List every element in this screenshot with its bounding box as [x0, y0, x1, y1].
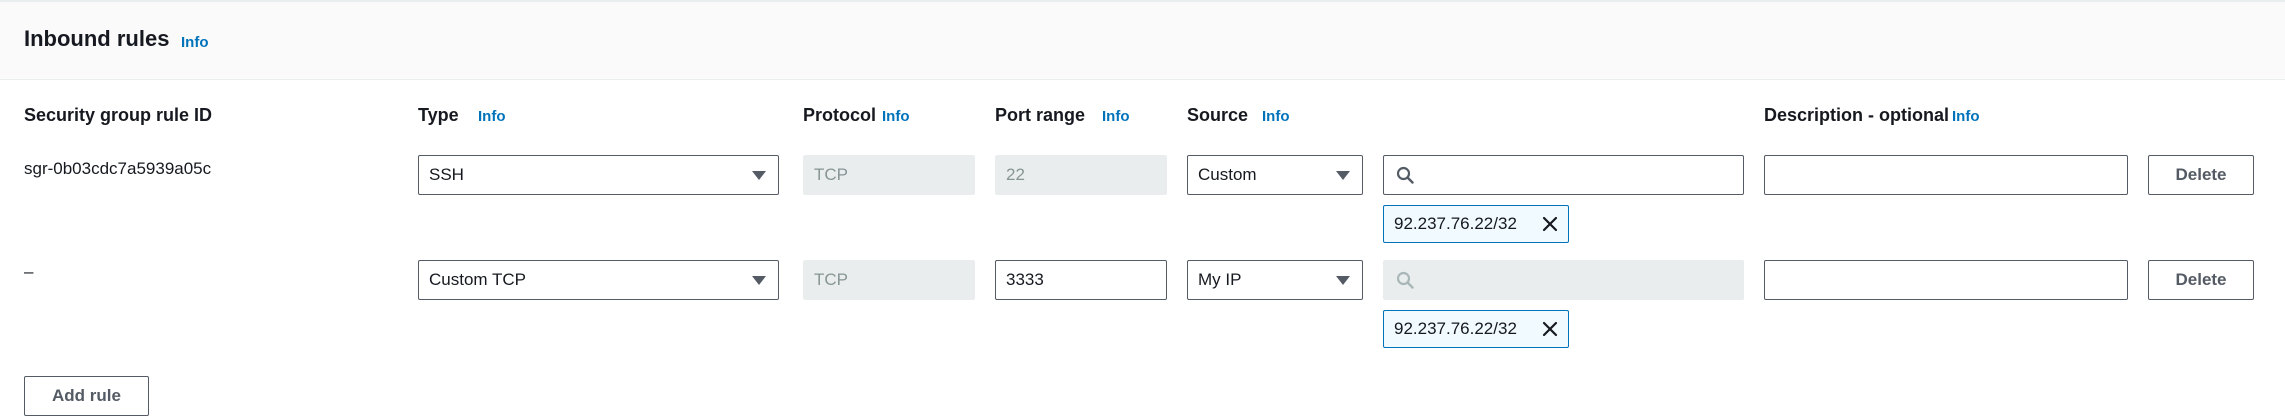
caret-down-icon: [1336, 171, 1350, 180]
protocol-info-link[interactable]: Info: [882, 108, 910, 125]
source-type-select[interactable]: My IP: [1187, 260, 1363, 300]
rule-id: –: [24, 262, 34, 281]
source-token: 92.237.76.22/32: [1383, 310, 1569, 348]
source-type-value: Custom: [1198, 165, 1257, 184]
search-icon: [1396, 166, 1414, 184]
type-select-value: Custom TCP: [429, 270, 526, 289]
description-input[interactable]: [1764, 155, 2128, 195]
port-range-info-link[interactable]: Info: [1102, 108, 1130, 125]
source-token: 92.237.76.22/32: [1383, 205, 1569, 243]
source-search-input: [1383, 260, 1744, 300]
panel-header: Inbound rules Info: [0, 0, 2285, 80]
col-label-protocol: Protocol: [803, 105, 877, 125]
source-search-input[interactable]: [1383, 155, 1744, 195]
description-input[interactable]: [1764, 260, 2128, 300]
close-icon[interactable]: [1542, 321, 1558, 337]
protocol-field: TCP: [803, 155, 975, 195]
port-range-value: 3333: [1006, 270, 1044, 289]
caret-down-icon: [1336, 276, 1350, 285]
source-token-value: 92.237.76.22/32: [1394, 319, 1517, 338]
caret-down-icon: [752, 276, 766, 285]
source-type-value: My IP: [1198, 270, 1242, 289]
type-select[interactable]: Custom TCP: [418, 260, 779, 300]
col-label-port-range: Port range: [995, 105, 1086, 125]
port-range-value: 22: [1006, 165, 1025, 184]
type-select[interactable]: SSH: [418, 155, 779, 195]
rule-id: sgr-0b03cdc7a5939a05c: [24, 159, 212, 178]
close-icon[interactable]: [1542, 216, 1558, 232]
col-label-source: Source: [1187, 105, 1249, 125]
description-info-link[interactable]: Info: [1952, 108, 1980, 125]
type-select-value: SSH: [429, 165, 464, 184]
col-label-description: Description - optional: [1764, 105, 1950, 125]
add-rule-button[interactable]: Add rule: [24, 376, 149, 416]
header-info-link[interactable]: Info: [181, 34, 209, 51]
port-range-input: 22: [995, 155, 1167, 195]
delete-button[interactable]: Delete: [2148, 260, 2254, 300]
source-token-value: 92.237.76.22/32: [1394, 214, 1517, 233]
protocol-field: TCP: [803, 260, 975, 300]
port-range-input[interactable]: 3333: [995, 260, 1167, 300]
search-icon: [1396, 271, 1414, 289]
source-type-select[interactable]: Custom: [1187, 155, 1363, 195]
col-label-type: Type: [418, 105, 459, 125]
source-info-link[interactable]: Info: [1262, 108, 1290, 125]
protocol-value: TCP: [814, 270, 848, 289]
protocol-value: TCP: [814, 165, 848, 184]
col-label-rule-id: Security group rule ID: [24, 105, 213, 125]
caret-down-icon: [752, 171, 766, 180]
delete-button[interactable]: Delete: [2148, 155, 2254, 195]
panel-title: Inbound rules: [24, 26, 170, 51]
type-info-link[interactable]: Info: [478, 108, 506, 125]
inbound-rules-panel: Inbound rules Info Security group rule I…: [0, 0, 2285, 419]
